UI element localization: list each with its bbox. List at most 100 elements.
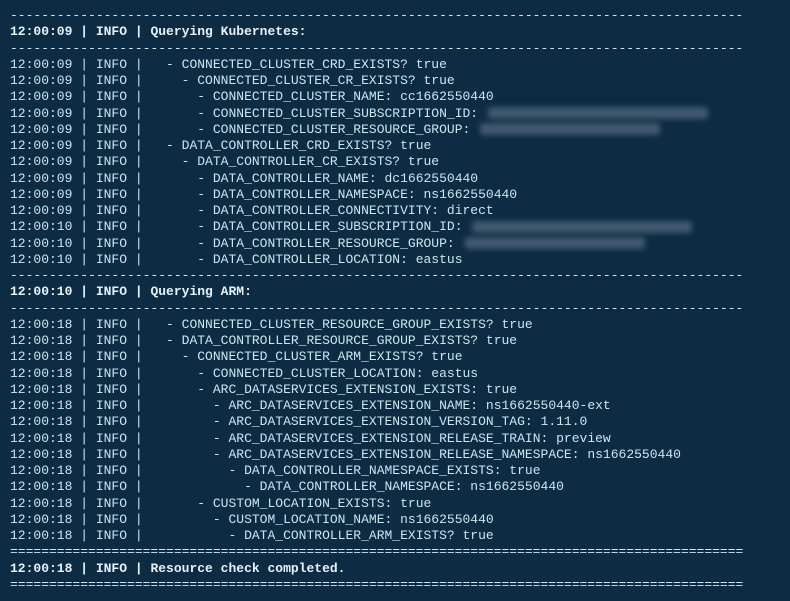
log-line: ----------------------------------------… bbox=[10, 8, 780, 24]
log-time: 12:00:10 bbox=[10, 236, 72, 251]
log-message: - DATA_CONTROLLER_NAMESPACE: ns166255044… bbox=[150, 187, 517, 202]
log-level: INFO bbox=[96, 106, 127, 121]
log-time: 12:00:10 bbox=[10, 284, 72, 299]
log-message: - CONNECTED_CLUSTER_RESOURCE_GROUP: bbox=[150, 122, 478, 137]
log-time: 12:00:09 bbox=[10, 187, 72, 202]
log-message: - ARC_DATASERVICES_EXTENSION_VERSION_TAG… bbox=[150, 414, 587, 429]
redacted-value bbox=[480, 123, 660, 135]
log-level: INFO bbox=[96, 431, 127, 446]
log-line: 12:00:09 | INFO | - CONNECTED_CLUSTER_NA… bbox=[10, 89, 780, 105]
log-time: 12:00:18 bbox=[10, 431, 72, 446]
log-line: 12:00:09 | INFO | - CONNECTED_CLUSTER_SU… bbox=[10, 106, 780, 122]
log-level: INFO bbox=[96, 57, 127, 72]
log-level: INFO bbox=[96, 463, 127, 478]
log-line: 12:00:18 | INFO | - DATA_CONTROLLER_ARM_… bbox=[10, 528, 780, 544]
log-time: 12:00:09 bbox=[10, 89, 72, 104]
log-message: - CONNECTED_CLUSTER_CR_EXISTS? true bbox=[150, 73, 454, 88]
log-time: 12:00:18 bbox=[10, 366, 72, 381]
log-line: 12:00:18 | INFO | - CUSTOM_LOCATION_EXIS… bbox=[10, 496, 780, 512]
log-message: - CUSTOM_LOCATION_EXISTS: true bbox=[150, 496, 431, 511]
log-message: - DATA_CONTROLLER_CR_EXISTS? true bbox=[150, 154, 439, 169]
log-message: - CUSTOM_LOCATION_NAME: ns1662550440 bbox=[150, 512, 493, 527]
log-level: INFO bbox=[96, 496, 127, 511]
log-line: 12:00:09 | INFO | - CONNECTED_CLUSTER_RE… bbox=[10, 122, 780, 138]
log-level: INFO bbox=[96, 219, 127, 234]
log-line: ----------------------------------------… bbox=[10, 41, 780, 57]
log-message: - CONNECTED_CLUSTER_RESOURCE_GROUP_EXIST… bbox=[150, 317, 532, 332]
log-time: 12:00:18 bbox=[10, 528, 72, 543]
log-message: - DATA_CONTROLLER_LOCATION: eastus bbox=[150, 252, 462, 267]
log-level: INFO bbox=[96, 122, 127, 137]
log-time: 12:00:09 bbox=[10, 73, 72, 88]
log-line: 12:00:18 | INFO | - CONNECTED_CLUSTER_LO… bbox=[10, 366, 780, 382]
log-line: 12:00:18 | INFO | Resource check complet… bbox=[10, 561, 780, 577]
log-line: 12:00:10 | INFO | - DATA_CONTROLLER_LOCA… bbox=[10, 252, 780, 268]
log-time: 12:00:09 bbox=[10, 138, 72, 153]
log-level: INFO bbox=[96, 284, 127, 299]
log-line: 12:00:10 | INFO | Querying ARM: bbox=[10, 284, 780, 300]
log-time: 12:00:09 bbox=[10, 203, 72, 218]
log-time: 12:00:18 bbox=[10, 463, 72, 478]
log-line: 12:00:09 | INFO | - DATA_CONTROLLER_CRD_… bbox=[10, 138, 780, 154]
log-message: - DATA_CONTROLLER_RESOURCE_GROUP: bbox=[150, 236, 462, 251]
redacted-value bbox=[488, 107, 708, 119]
log-message: - DATA_CONTROLLER_CONNECTIVITY: direct bbox=[150, 203, 493, 218]
log-level: INFO bbox=[96, 171, 127, 186]
log-message: - DATA_CONTROLLER_CRD_EXISTS? true bbox=[150, 138, 431, 153]
log-message: - CONNECTED_CLUSTER_LOCATION: eastus bbox=[150, 366, 478, 381]
log-line: 12:00:09 | INFO | - DATA_CONTROLLER_NAME… bbox=[10, 187, 780, 203]
log-time: 12:00:18 bbox=[10, 333, 72, 348]
log-level: INFO bbox=[96, 138, 127, 153]
log-message: - DATA_CONTROLLER_ARM_EXISTS? true bbox=[150, 528, 493, 543]
log-time: 12:00:09 bbox=[10, 106, 72, 121]
log-line: 12:00:18 | INFO | - ARC_DATASERVICES_EXT… bbox=[10, 382, 780, 398]
log-line: 12:00:09 | INFO | - CONNECTED_CLUSTER_CR… bbox=[10, 73, 780, 89]
log-time: 12:00:09 bbox=[10, 154, 72, 169]
log-line: ----------------------------------------… bbox=[10, 301, 780, 317]
log-time: 12:00:18 bbox=[10, 414, 72, 429]
log-line: 12:00:09 | INFO | - DATA_CONTROLLER_CR_E… bbox=[10, 154, 780, 170]
log-time: 12:00:18 bbox=[10, 382, 72, 397]
log-line: 12:00:18 | INFO | - DATA_CONTROLLER_RESO… bbox=[10, 333, 780, 349]
log-time: 12:00:09 bbox=[10, 171, 72, 186]
log-time: 12:00:18 bbox=[10, 479, 72, 494]
log-level: INFO bbox=[96, 447, 127, 462]
log-level: INFO bbox=[96, 317, 127, 332]
log-message: - DATA_CONTROLLER_RESOURCE_GROUP_EXISTS?… bbox=[150, 333, 517, 348]
log-level: INFO bbox=[96, 73, 127, 88]
log-message: - ARC_DATASERVICES_EXTENSION_RELEASE_NAM… bbox=[150, 447, 681, 462]
log-message: Querying ARM: bbox=[150, 284, 251, 299]
log-time: 12:00:09 bbox=[10, 57, 72, 72]
log-level: INFO bbox=[96, 414, 127, 429]
log-time: 12:00:18 bbox=[10, 398, 72, 413]
log-line: 12:00:09 | INFO | - CONNECTED_CLUSTER_CR… bbox=[10, 57, 780, 73]
terminal-output: ----------------------------------------… bbox=[0, 0, 790, 601]
log-message: Querying Kubernetes: bbox=[150, 24, 306, 39]
log-line: 12:00:09 | INFO | - DATA_CONTROLLER_NAME… bbox=[10, 171, 780, 187]
log-time: 12:00:09 bbox=[10, 122, 72, 137]
log-level: INFO bbox=[96, 154, 127, 169]
log-time: 12:00:09 bbox=[10, 24, 72, 39]
log-message: - DATA_CONTROLLER_NAMESPACE: ns166255044… bbox=[150, 479, 563, 494]
log-message: Resource check completed. bbox=[150, 561, 345, 576]
log-line: 12:00:10 | INFO | - DATA_CONTROLLER_SUBS… bbox=[10, 219, 780, 235]
log-line: 12:00:18 | INFO | - CONNECTED_CLUSTER_AR… bbox=[10, 349, 780, 365]
log-message: - DATA_CONTROLLER_NAME: dc1662550440 bbox=[150, 171, 478, 186]
log-level: INFO bbox=[96, 236, 127, 251]
log-level: INFO bbox=[96, 561, 127, 576]
log-line: ----------------------------------------… bbox=[10, 268, 780, 284]
log-line: 12:00:18 | INFO | - DATA_CONTROLLER_NAME… bbox=[10, 479, 780, 495]
log-level: INFO bbox=[96, 366, 127, 381]
log-level: INFO bbox=[96, 512, 127, 527]
log-message: - ARC_DATASERVICES_EXTENSION_NAME: ns166… bbox=[150, 398, 610, 413]
log-message: - CONNECTED_CLUSTER_ARM_EXISTS? true bbox=[150, 349, 462, 364]
log-line: 12:00:18 | INFO | - ARC_DATASERVICES_EXT… bbox=[10, 447, 780, 463]
log-line: ========================================… bbox=[10, 544, 780, 560]
log-level: INFO bbox=[96, 398, 127, 413]
log-level: INFO bbox=[96, 203, 127, 218]
log-message: - CONNECTED_CLUSTER_NAME: cc1662550440 bbox=[150, 89, 493, 104]
log-time: 12:00:18 bbox=[10, 561, 72, 576]
log-line: 12:00:18 | INFO | - ARC_DATASERVICES_EXT… bbox=[10, 431, 780, 447]
log-message: - CONNECTED_CLUSTER_CRD_EXISTS? true bbox=[150, 57, 446, 72]
log-line: 12:00:18 | INFO | - ARC_DATASERVICES_EXT… bbox=[10, 398, 780, 414]
